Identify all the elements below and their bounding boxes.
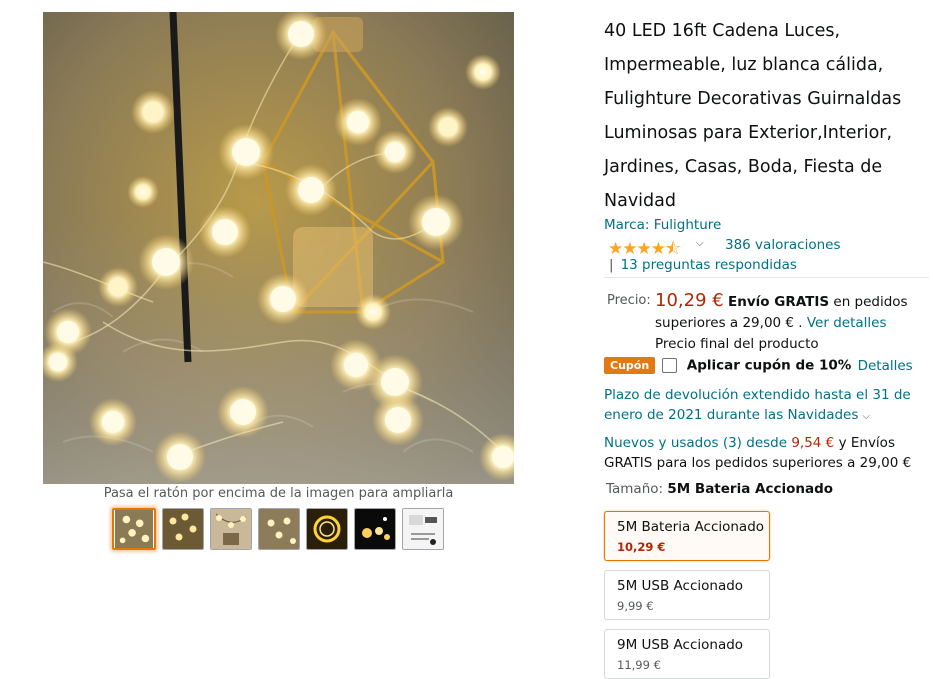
coupon-text[interactable]: Aplicar cupón de 10% [687,358,852,374]
used-and-new-link[interactable]: Nuevos y usados (3) desde [604,435,787,451]
main-product-image[interactable] [43,12,514,484]
size-selector-label: Tamaño: 5M Bateria Accionado [606,481,833,497]
answered-questions-link[interactable]: 13 preguntas respondidas [621,257,797,273]
size-option-price: 9,99 € [617,599,654,613]
size-option-name: 5M Bateria Accionado [617,519,765,535]
qa-separator: | [609,257,614,273]
free-shipping-text: Envío GRATIS [728,294,830,310]
thumbnail-2-image [163,509,203,549]
size-option-9m-usb[interactable]: 9M USB Accionado 11,99 € [604,629,770,679]
thumbnail-1-image [115,510,153,548]
rating-row: ★★★★⯪ ⌵ 386 valoraciones [604,236,924,259]
thumbnail-4-image [259,509,299,549]
ratings-count-link[interactable]: 386 valoraciones [725,237,840,253]
thumbnail-6[interactable] [354,508,396,550]
thumbnail-3-image [211,509,251,549]
price-label: Precio: [607,293,651,308]
final-price-note: Precio final del producto [655,336,819,352]
thumbnail-3[interactable] [210,508,252,550]
fairy-lights-photo [43,12,514,484]
chevron-down-icon: ⌵ [862,411,870,422]
coupon-badge: Cupón [604,357,656,374]
coupon-row: Cupón Aplicar cupón de 10% Detalles [604,357,913,377]
return-policy-link[interactable]: Plazo de devolución extendido hasta el 3… [604,385,914,427]
size-option-name: 5M USB Accionado [617,578,744,594]
qa-row: | 13 preguntas respondidas [604,257,797,273]
thumbnail-4[interactable] [258,508,300,550]
coupon-checkbox[interactable] [662,358,678,373]
product-title: 40 LED 16ft Cadena Luces, Impermeable, l… [604,21,902,211]
size-option-price: 10,29 € [617,540,666,554]
size-option-5m-usb[interactable]: 5M USB Accionado 9,99 € [604,570,770,620]
thumbnail-1[interactable] [112,508,156,550]
thumbnail-5[interactable] [306,508,348,550]
coupon-details-link[interactable]: Detalles [858,358,913,374]
thumbnail-5-image [307,509,347,549]
thumbnail-2[interactable] [162,508,204,550]
zoom-hint: Pasa el ratón por encima de la imagen pa… [103,486,454,501]
section-divider [604,277,929,278]
price-block: 10,29 € Envío GRATIS en pedidos superior… [655,290,915,355]
offers-row: Nuevos y usados (3) desde 9,54 € y Envío… [604,433,929,473]
price-value: 10,29 € [655,290,724,311]
shipping-details-link[interactable]: Ver detalles [807,315,887,331]
size-label: Tamaño: [606,481,664,497]
thumbnail-7[interactable] [402,508,444,550]
size-selected-value: 5M Bateria Accionado [667,481,834,497]
offers-price: 9,54 € [791,435,835,451]
chevron-down-icon[interactable]: ⌵ [696,238,704,249]
thumbnail-6-image [355,509,395,549]
size-option-name: 9M USB Accionado [617,637,744,653]
thumbnail-7-image [403,509,443,549]
size-option-price: 11,99 € [617,658,661,672]
size-option-5m-bateria[interactable]: 5M Bateria Accionado 10,29 € [604,511,770,561]
brand-link[interactable]: Marca: Fulighture [604,217,721,233]
